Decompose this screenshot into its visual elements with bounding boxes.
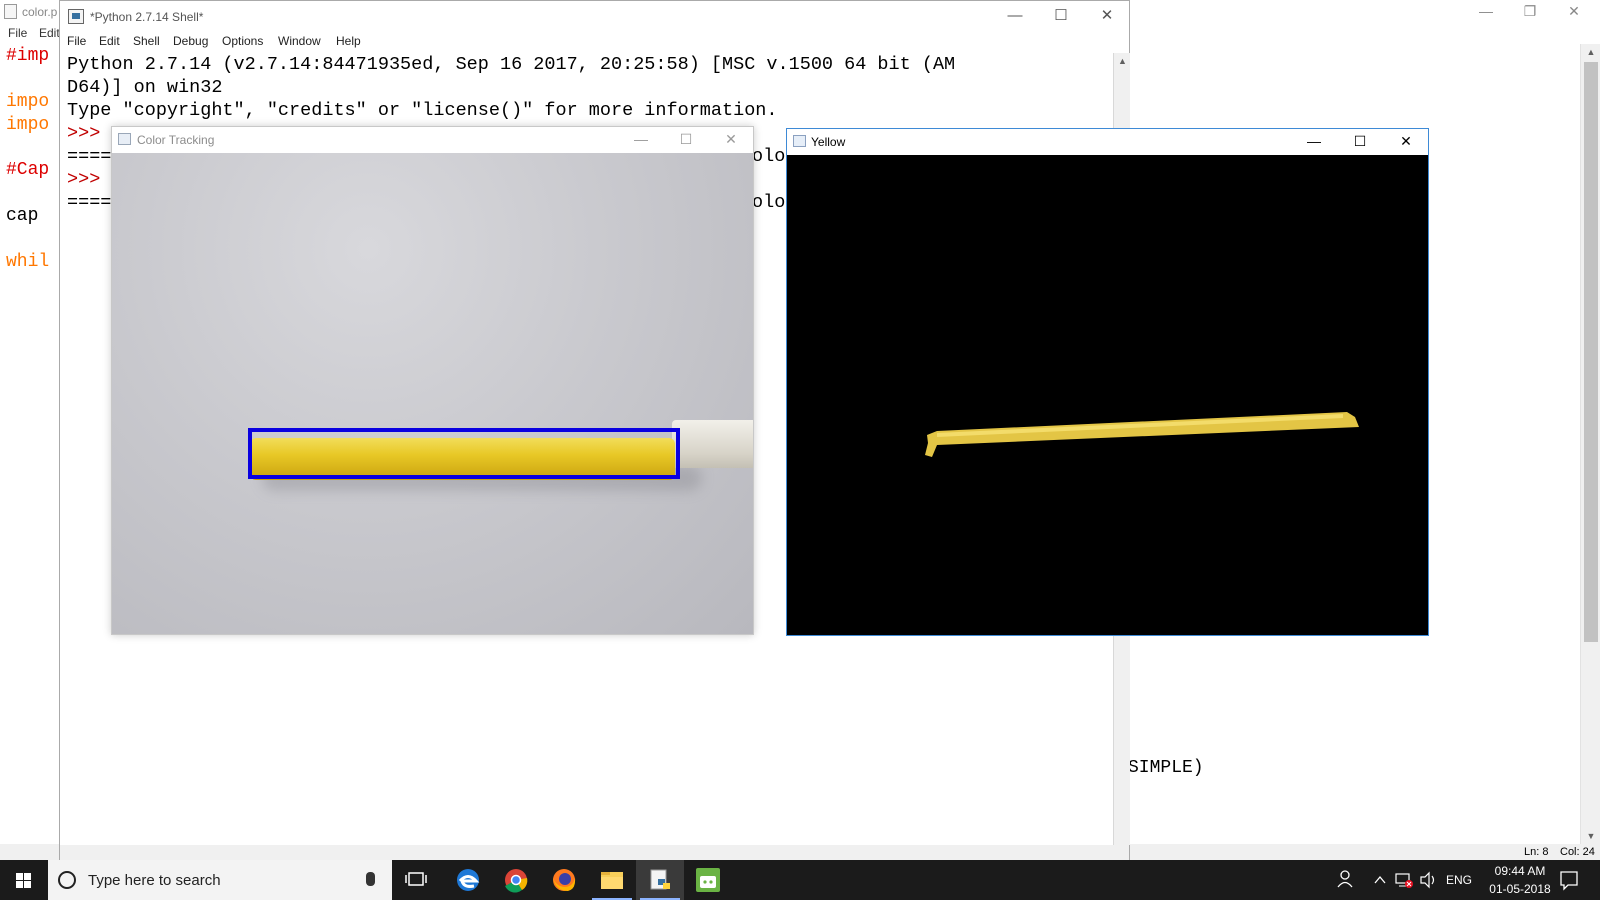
shell-title: *Python 2.7.14 Shell* — [90, 10, 204, 24]
windows-logo-icon — [16, 873, 32, 888]
yellow-mask-window[interactable]: Yellow — ☐ ✕ — [786, 128, 1429, 636]
status-line: Ln: 8 — [1524, 846, 1549, 858]
camera-frame-image — [112, 153, 753, 634]
volume-icon[interactable] — [1418, 860, 1438, 900]
scroll-up-icon[interactable]: ▲ — [1581, 44, 1600, 60]
network-error-icon[interactable] — [1394, 860, 1414, 900]
menu-file[interactable]: File — [67, 34, 86, 48]
yellow-minimize-button[interactable]: — — [1291, 129, 1337, 155]
color-tracking-minimize-button[interactable]: — — [619, 127, 663, 153]
editor-restore-button[interactable]: ❐ — [1508, 0, 1552, 24]
shell-restart-suffix: olo — [752, 146, 786, 167]
color-tracking-window[interactable]: Color Tracking — ☐ ✕ — [111, 126, 754, 635]
taskbar-search-box[interactable]: Type here to search — [48, 860, 392, 900]
scroll-thumb[interactable] — [1584, 62, 1598, 642]
menu-debug[interactable]: Debug — [173, 34, 208, 48]
shell-restart-line: ==== — [67, 192, 112, 213]
clock-date[interactable]: 01-05-2018 — [1480, 882, 1560, 896]
show-hidden-icons-chevron-icon[interactable] — [1372, 860, 1388, 900]
clock-time[interactable]: 09:44 AM — [1484, 864, 1556, 878]
taskbar-android-studio-button[interactable] — [684, 860, 732, 900]
document-icon — [4, 4, 17, 19]
python-idle-icon — [650, 869, 670, 890]
desktop: color.p — ❐ ✕ File Edit #imp impo impo #… — [0, 0, 1600, 900]
code-line: whil — [6, 252, 50, 272]
editor-title: color.p — [22, 5, 58, 19]
taskbar-python-idle-button[interactable] — [636, 860, 684, 900]
shell-prompt: >>> — [67, 123, 101, 144]
yellow-maximize-button[interactable]: ☐ — [1337, 129, 1383, 155]
task-view-icon — [405, 872, 427, 886]
taskbar-chrome-button[interactable] — [492, 860, 540, 900]
status-col: Col: 24 — [1560, 846, 1595, 858]
shell-restart-line: ==== — [67, 146, 112, 167]
color-tracking-titlebar[interactable]: Color Tracking — ☐ ✕ — [112, 127, 753, 153]
chrome-icon — [505, 869, 528, 893]
taskbar-edge-button[interactable] — [444, 860, 492, 900]
code-line: #Cap — [6, 160, 50, 180]
search-placeholder: Type here to search — [88, 872, 221, 889]
python-shell-icon — [68, 9, 84, 24]
color-tracking-close-button[interactable]: ✕ — [709, 127, 753, 153]
editor-close-button[interactable]: ✕ — [1552, 0, 1596, 24]
menu-edit[interactable]: Edit — [99, 34, 120, 48]
color-tracking-maximize-button[interactable]: ☐ — [664, 127, 708, 153]
shell-bottom-bar — [60, 845, 1129, 861]
color-tracking-title: Color Tracking — [137, 133, 215, 147]
scroll-up-icon[interactable]: ▲ — [1114, 53, 1131, 69]
shell-output-line: D64)] on win32 — [67, 77, 223, 98]
microphone-icon[interactable] — [366, 872, 375, 886]
yellow-titlebar[interactable]: Yellow — ☐ ✕ — [787, 129, 1428, 155]
editor-menu-edit[interactable]: Edit — [39, 26, 60, 40]
android-studio-icon — [696, 868, 720, 892]
menu-help[interactable]: Help — [336, 34, 361, 48]
shell-maximize-button[interactable]: ☐ — [1038, 1, 1084, 31]
task-view-button[interactable] — [392, 860, 440, 900]
shell-output-line: Python 2.7.14 (v2.7.14:84471935ed, Sep 1… — [67, 54, 956, 75]
code-line: impo — [6, 92, 50, 112]
shell-titlebar[interactable]: *Python 2.7.14 Shell* — ☐ ✕ — [60, 1, 1129, 31]
taskbar-firefox-button[interactable] — [540, 860, 588, 900]
action-center-icon[interactable] — [1556, 860, 1582, 900]
yellow-mask-image — [787, 155, 1428, 635]
shell-close-button[interactable]: ✕ — [1084, 1, 1130, 31]
scroll-down-icon[interactable]: ▼ — [1581, 828, 1600, 844]
menu-options[interactable]: Options — [222, 34, 263, 48]
edge-icon — [457, 869, 480, 891]
editor-menu-file[interactable]: File — [8, 26, 27, 40]
shell-restart-suffix: olo — [752, 192, 786, 213]
firefox-icon — [553, 869, 576, 891]
start-button[interactable] — [0, 860, 48, 900]
shell-output-line: Type "copyright", "credits" or "license(… — [67, 100, 778, 121]
window-icon — [793, 135, 806, 147]
tracking-bounding-box — [248, 428, 680, 479]
yellow-mask-shape — [925, 412, 1359, 457]
shell-menubar: File Edit Shell Debug Options Window Hel… — [60, 31, 1129, 51]
taskbar-file-explorer-button[interactable] — [588, 860, 636, 900]
marker-cap — [672, 420, 753, 468]
menu-window[interactable]: Window — [278, 34, 321, 48]
code-line: #imp — [6, 46, 50, 66]
folder-icon — [601, 872, 623, 889]
input-language-indicator[interactable]: ENG — [1446, 873, 1472, 887]
editor-minimize-button[interactable]: — — [1464, 0, 1508, 24]
code-line: impo — [6, 115, 50, 135]
editor-scrollbar[interactable]: ▲ ▼ — [1580, 44, 1600, 844]
code-fragment: SIMPLE) — [1128, 758, 1204, 778]
menu-shell[interactable]: Shell — [133, 34, 160, 48]
taskbar: Type here to search ENG 09:44 AM 01-05-2… — [0, 860, 1600, 900]
people-icon[interactable] — [1336, 860, 1356, 900]
window-icon — [118, 133, 131, 145]
shell-prompt: >>> — [67, 169, 101, 190]
code-line: cap — [6, 206, 50, 226]
yellow-close-button[interactable]: ✕ — [1383, 129, 1429, 155]
yellow-title: Yellow — [811, 135, 846, 149]
cortana-icon — [58, 871, 76, 889]
shell-minimize-button[interactable]: — — [992, 1, 1038, 31]
